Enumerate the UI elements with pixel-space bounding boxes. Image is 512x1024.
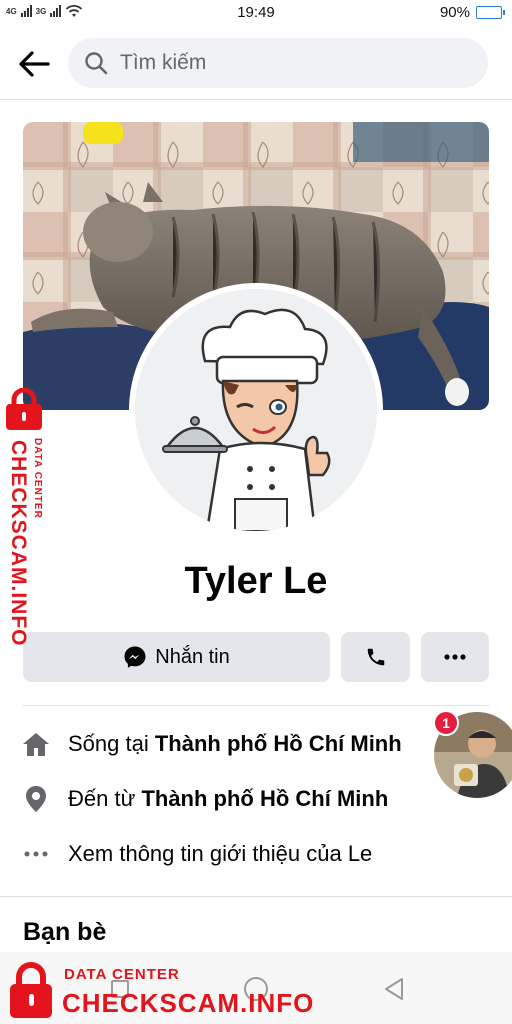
lock-icon	[10, 962, 52, 1018]
battery-icon	[476, 6, 505, 19]
top-bar: Tìm kiếm	[0, 34, 512, 94]
watermark-side-main: CHECKSCAM.INFO	[7, 440, 30, 647]
more-icon	[444, 654, 466, 660]
back-nav-icon[interactable]	[383, 977, 405, 1001]
info-row-see-about[interactable]: Xem thông tin giới thiệu của Le	[22, 840, 372, 868]
see-about-text: Xem thông tin giới thiệu của Le	[68, 841, 373, 866]
search-placeholder: Tìm kiếm	[120, 51, 207, 74]
battery-indicator: 90%	[439, 4, 505, 21]
home-icon	[22, 730, 50, 758]
chef-avatar-image	[135, 289, 377, 531]
info-row-from: Đến từ Thành phố Hồ Chí Minh	[22, 785, 388, 813]
lives-in-prefix: Sống tại	[68, 731, 155, 756]
ellipsis-icon	[22, 840, 50, 868]
info-row-lives: Sống tại Thành phố Hồ Chí Minh	[22, 730, 402, 758]
status-time: 19:49	[237, 4, 275, 21]
from-text: Đến từ Thành phố Hồ Chí Minh	[68, 786, 388, 812]
from-prefix: Đến từ	[68, 786, 142, 811]
header-divider	[0, 99, 512, 100]
intro-divider	[23, 705, 489, 706]
message-button[interactable]: Nhắn tin	[23, 632, 330, 682]
avatar[interactable]	[135, 289, 377, 531]
lives-in-place[interactable]: Thành phố Hồ Chí Minh	[155, 731, 402, 756]
lives-in-text: Sống tại Thành phố Hồ Chí Minh	[68, 731, 402, 757]
lock-icon	[6, 388, 42, 430]
arrow-left-icon	[19, 51, 50, 77]
watermark-side-sub: DATA CENTER	[32, 438, 43, 519]
back-button[interactable]	[14, 46, 54, 82]
messenger-icon	[124, 646, 146, 668]
chat-head-badge: 1	[433, 710, 459, 736]
search-input[interactable]: Tìm kiếm	[68, 38, 488, 88]
friends-section-title: Bạn bè	[23, 918, 107, 946]
profile-name: Tyler Le	[184, 560, 328, 602]
watermark-bottom-sub: DATA CENTER	[64, 966, 180, 983]
battery-percent: 90%	[439, 4, 470, 21]
watermark-bottom-main: CHECKSCAM.INFO	[62, 988, 315, 1018]
from-place[interactable]: Thành phố Hồ Chí Minh	[141, 786, 388, 811]
more-button[interactable]	[421, 632, 489, 682]
section-divider	[0, 896, 512, 897]
call-button[interactable]	[341, 632, 410, 682]
location-pin-icon	[22, 785, 50, 813]
status-bar: 4G 3G 19:49 90%	[0, 0, 512, 28]
message-button-label: Nhắn tin	[155, 645, 230, 668]
search-icon	[85, 52, 108, 75]
phone-icon	[367, 648, 384, 666]
